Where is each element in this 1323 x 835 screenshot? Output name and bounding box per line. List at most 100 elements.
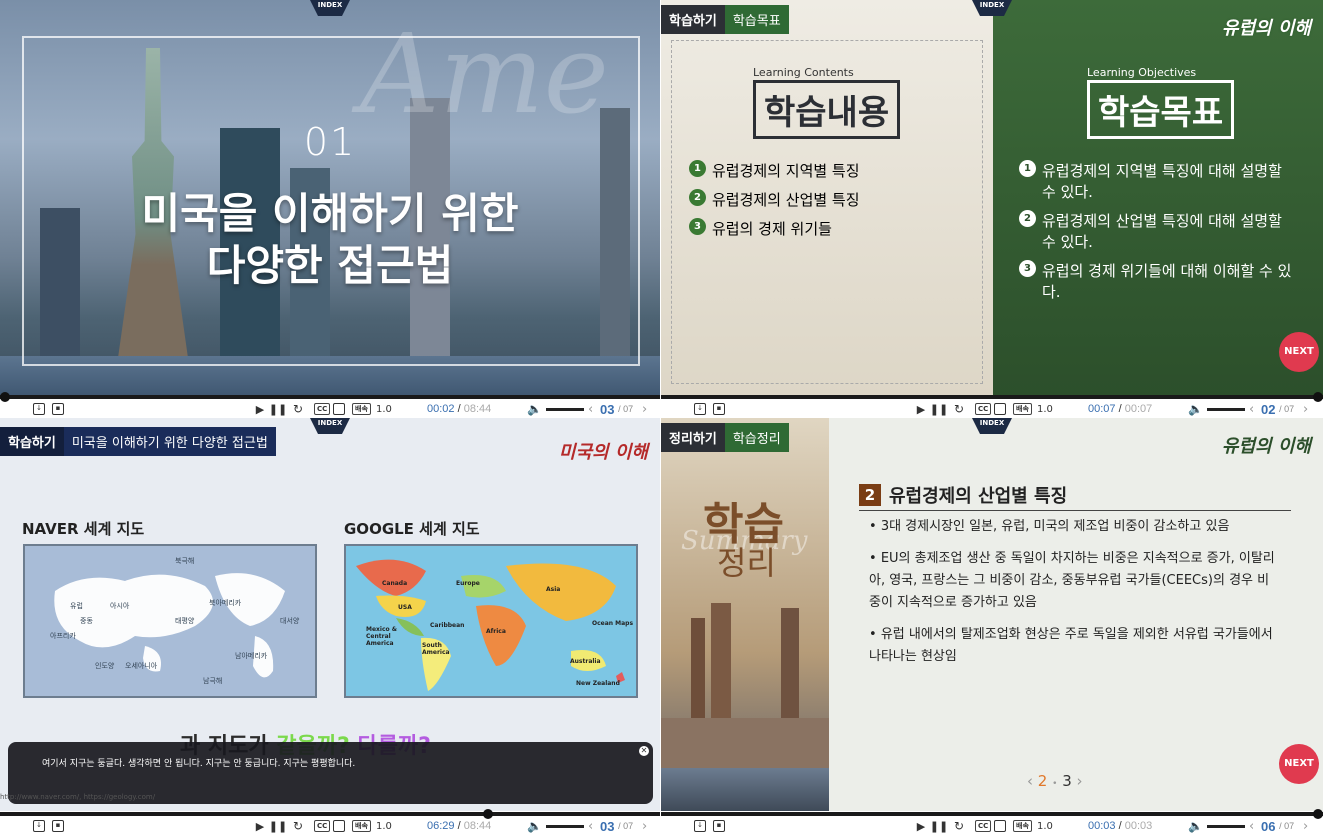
volume-slider[interactable] xyxy=(546,402,584,416)
pause-icon[interactable]: ❚❚ xyxy=(930,819,948,833)
next-page-icon[interactable]: › xyxy=(642,402,647,417)
seek-bar[interactable] xyxy=(0,809,660,819)
number-marker: 3 xyxy=(1019,260,1036,277)
bookmark-icon[interactable]: ▪ xyxy=(52,819,64,833)
player-controls: ↓ ▪ ▶ ❚❚ ↻ CC 배속 1.0 00:02 / 08:44 🔈 ‹ 0… xyxy=(0,392,660,418)
breadcrumb-section: 정리하기 xyxy=(661,422,725,452)
index-tab[interactable]: INDEX xyxy=(310,0,350,16)
list-item: • 유럽 내에서의 탈제조업화 현상은 주로 독일을 제외한 서유럽 국가들에서… xyxy=(869,627,1273,664)
summary-sidebar xyxy=(661,418,829,811)
seek-bar[interactable] xyxy=(0,392,660,402)
pager-page[interactable]: 3 xyxy=(1062,772,1072,790)
number-marker: 1 xyxy=(1019,160,1036,177)
close-icon[interactable]: ✕ xyxy=(639,746,649,756)
speed-button[interactable]: 배속 xyxy=(352,819,371,833)
next-page-icon[interactable]: › xyxy=(1303,402,1308,417)
objectives-heading: 학습목표 xyxy=(1087,80,1235,139)
pause-icon[interactable]: ❚❚ xyxy=(930,402,948,416)
course-logo: 미국의 이해 xyxy=(558,442,648,463)
seek-bar[interactable] xyxy=(661,809,1323,819)
pager-prev-icon[interactable]: ‹ xyxy=(1027,772,1033,790)
page-indicator: 03 / 07 xyxy=(600,401,634,417)
pause-icon[interactable]: ❚❚ xyxy=(269,819,287,833)
bookmark-icon[interactable]: ▪ xyxy=(713,402,725,416)
next-button[interactable]: NEXT xyxy=(1279,744,1319,784)
number-marker: 2 xyxy=(1019,210,1036,227)
download-icon[interactable]: ↓ xyxy=(33,819,45,833)
subtitle-text: 여기서 지구는 둥글다. 생각하면 안 됩니다. 지구는 안 둥급니다. 지구는… xyxy=(42,759,356,769)
play-icon[interactable]: ▶ xyxy=(255,402,265,416)
seek-knob[interactable] xyxy=(483,809,494,819)
section-title: 2 유럽경제의 산업별 특징 xyxy=(859,482,1067,508)
google-map-title: GOOGLE 세계 지도 xyxy=(344,520,480,538)
breadcrumb: 학습하기 학습목표 xyxy=(661,4,789,34)
screen-icon[interactable] xyxy=(994,819,1006,833)
volume-slider[interactable] xyxy=(1207,402,1245,416)
next-page-icon[interactable]: › xyxy=(642,819,647,834)
list-item: 2 유럽경제의 산업별 특징 xyxy=(689,189,860,210)
volume-icon[interactable]: 🔈 xyxy=(1188,402,1203,416)
map-label: 태평양 xyxy=(175,617,195,625)
pager-current[interactable]: 2 xyxy=(1038,772,1048,790)
summary-subtitle: 정리 xyxy=(717,544,776,582)
prev-page-icon[interactable]: ‹ xyxy=(588,402,593,417)
river xyxy=(661,768,829,811)
download-icon[interactable]: ↓ xyxy=(33,402,45,416)
seek-bar[interactable] xyxy=(661,392,1323,402)
prev-page-icon[interactable]: ‹ xyxy=(1249,402,1254,417)
screen-icon[interactable] xyxy=(994,402,1006,416)
slide-summary: Summary 학습 정리 정리하기 학습정리 INDEX 유럽의 이해 2 유… xyxy=(661,418,1323,811)
screen-icon[interactable] xyxy=(333,819,345,833)
index-tab[interactable]: INDEX xyxy=(310,418,350,434)
replay-icon[interactable]: ↻ xyxy=(953,819,965,833)
bookmark-icon[interactable]: ▪ xyxy=(52,402,64,416)
chapter-number: 01 xyxy=(303,120,357,164)
speed-button[interactable]: 배속 xyxy=(352,402,371,416)
seek-knob[interactable] xyxy=(0,392,10,402)
pause-icon[interactable]: ❚❚ xyxy=(269,402,287,416)
next-page-icon[interactable]: › xyxy=(1303,819,1308,834)
play-icon[interactable]: ▶ xyxy=(916,402,926,416)
replay-icon[interactable]: ↻ xyxy=(292,819,304,833)
download-icon[interactable]: ↓ xyxy=(694,402,706,416)
bookmark-icon[interactable]: ▪ xyxy=(713,819,725,833)
cc-button[interactable]: CC xyxy=(314,819,331,833)
cc-button[interactable]: CC xyxy=(314,402,331,416)
contents-list: 1 유럽경제의 지역별 특징 2 유럽경제의 산업별 특징 3 유럽의 경제 위기들 xyxy=(689,160,860,247)
volume-slider[interactable] xyxy=(546,819,584,833)
time-display: 00:07 / 00:07 xyxy=(1088,403,1153,415)
seek-knob[interactable] xyxy=(1313,392,1323,402)
volume-icon[interactable]: 🔈 xyxy=(1188,819,1203,833)
map-label: Ocean Maps xyxy=(592,620,634,627)
play-icon[interactable]: ▶ xyxy=(916,819,926,833)
cc-button[interactable]: CC xyxy=(975,402,992,416)
page-indicator: 02 / 07 xyxy=(1261,401,1295,417)
prev-page-icon[interactable]: ‹ xyxy=(588,819,593,834)
breadcrumb-section: 학습하기 xyxy=(661,4,725,34)
replay-icon[interactable]: ↻ xyxy=(292,402,304,416)
volume-icon[interactable]: 🔈 xyxy=(527,819,542,833)
naver-map-art xyxy=(54,573,285,678)
replay-icon[interactable]: ↻ xyxy=(953,402,965,416)
cc-button[interactable]: CC xyxy=(975,819,992,833)
list-item-text: 유럽 내에서의 탈제조업화 현상은 주로 독일을 제외한 서유럽 국가들에서 나… xyxy=(869,627,1273,664)
speed-value: 1.0 xyxy=(1037,403,1053,415)
map-label: 대서양 xyxy=(280,617,300,625)
speed-button[interactable]: 배속 xyxy=(1013,402,1032,416)
speed-button[interactable]: 배속 xyxy=(1013,819,1032,833)
map-label: 북극해 xyxy=(175,557,195,565)
next-button[interactable]: NEXT xyxy=(1279,332,1319,372)
list-item-text: 유럽경제의 지역별 특징에 대해 설명할 수 있다. xyxy=(1042,162,1282,201)
prev-page-icon[interactable]: ‹ xyxy=(1249,819,1254,834)
breadcrumb-page: 학습정리 xyxy=(724,422,789,452)
volume-icon[interactable]: 🔈 xyxy=(527,402,542,416)
index-tab[interactable]: INDEX xyxy=(972,418,1012,434)
speed-value: 1.0 xyxy=(376,403,392,415)
volume-slider[interactable] xyxy=(1207,819,1245,833)
pager-next-icon[interactable]: › xyxy=(1077,772,1083,790)
screen-icon[interactable] xyxy=(333,402,345,416)
play-icon[interactable]: ▶ xyxy=(255,819,265,833)
section-number: 2 xyxy=(859,484,881,506)
download-icon[interactable]: ↓ xyxy=(694,819,706,833)
seek-knob[interactable] xyxy=(1313,809,1323,819)
